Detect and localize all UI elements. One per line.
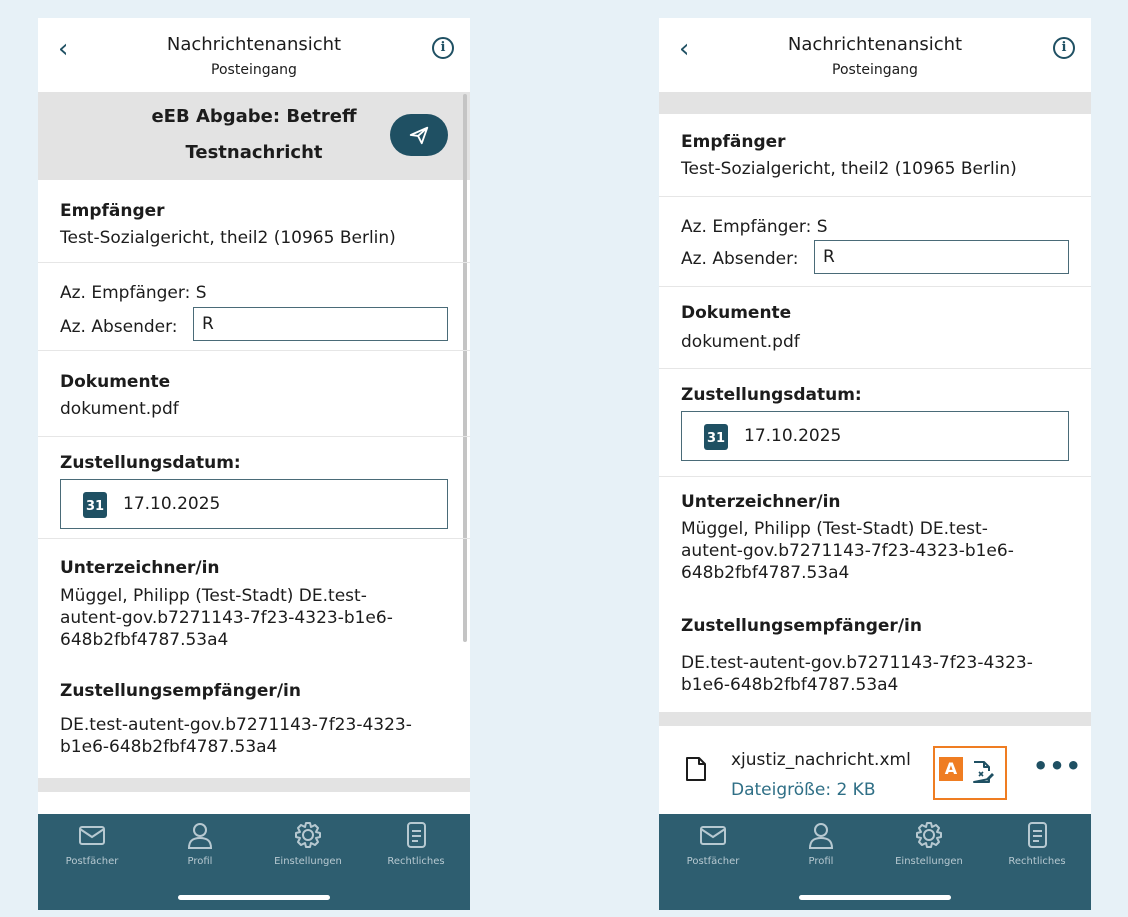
empfaenger-value: Test-Sozialgericht, theil2 (10965 Berlin… [60,228,396,248]
aktenzeichen-section: Az. Empfänger: S Az. Absender: R [38,263,470,351]
calendar-icon: 31 [83,492,107,518]
date-value: 17.10.2025 [744,426,842,446]
zustellungsempfaenger-line-2: b1e6-648b2fbf4787.53a4 [681,675,899,695]
person-icon [187,823,213,849]
attachment-name: xjustiz_nachricht.xml [731,750,911,770]
header: ‹ Nachrichtenansicht Posteingang i [38,18,470,92]
tab-einstellungen-label: Einstellungen [274,856,342,867]
az-empfaenger: Az. Empfänger: S [681,217,828,237]
zustellungsempfaenger-label: Zustellungsempfänger/in [60,681,301,701]
phone-screen-left: ‹ Nachrichtenansicht Posteingang i eEB A… [38,18,470,910]
unterzeichner-line-1: Müggel, Philipp (Test-Stadt) DE.test- [681,519,988,539]
tab-bar: Postfächer Profil Einstellungen Rechtlic… [659,814,1091,910]
page-subtitle: Posteingang [211,62,297,78]
dokumente-section: Dokumente dokument.pdf [38,351,470,437]
unterzeichner-label: Unterzeichner/in [60,558,220,578]
aktenzeichen-section: Az. Empfänger: S Az. Absender: R [659,197,1091,287]
mail-icon [700,826,726,845]
tab-einstellungen[interactable]: Einstellungen [254,820,362,867]
unterzeichner-label: Unterzeichner/in [681,492,841,512]
attachment-size: Dateigröße: 2 KB [731,780,876,800]
zustellungsempfaenger-line-2: b1e6-648b2fbf4787.53a4 [60,737,278,757]
zustellungsdatum-section: Zustellungsdatum: 31 17.10.2025 [659,369,1091,477]
zustellungsempfaenger-line-1: DE.test-autent-gov.b7271143-7f23-4323- [681,653,1033,673]
gear-icon [916,822,942,848]
send-button[interactable] [390,114,448,156]
unterzeichner-line-2: autent-gov.b7271143-7f23-4323-b1e6- [60,608,393,628]
tab-rechtliches-label: Rechtliches [387,856,445,867]
dokumente-label: Dokumente [60,372,171,392]
gear-icon [295,822,321,848]
date-value: 17.10.2025 [123,494,221,514]
unterzeichner-line-3: 648b2fbf4787.53a4 [681,563,850,583]
date-field[interactable]: 31 17.10.2025 [681,411,1069,461]
more-options-icon[interactable]: ••• [1033,752,1082,780]
document-icon [407,822,426,848]
person-icon [808,823,834,849]
page-title: Nachrichtenansicht [166,34,342,55]
empfaenger-section: Empfänger Test-Sozialgericht, theil2 (10… [659,114,1091,197]
tab-postfaecher[interactable]: Postfächer [659,820,767,867]
dokumente-label: Dokumente [681,303,792,323]
annotation-badge: A [939,757,963,781]
page-title: Nachrichtenansicht [787,34,963,55]
tab-rechtliches[interactable]: Rechtliches [362,820,470,867]
empfaenger-label: Empfänger [60,201,165,221]
empfaenger-value: Test-Sozialgericht, theil2 (10965 Berlin… [681,159,1017,179]
attachment-row[interactable]: xjustiz_nachricht.xml Dateigröße: 2 KB A… [659,726,1091,814]
paper-plane-icon [409,126,429,145]
tab-postfaecher-label: Postfächer [686,856,740,867]
unterzeichner-line-3: 648b2fbf4787.53a4 [60,630,229,650]
page-subtitle: Posteingang [832,62,918,78]
file-icon [686,757,706,781]
tab-bar: Postfächer Profil Einstellungen Rechtlic… [38,814,470,910]
tab-profil-label: Profil [808,856,834,867]
unterzeichner-line-1: Müggel, Philipp (Test-Stadt) DE.test- [60,586,367,606]
tab-postfaecher-label: Postfächer [65,856,119,867]
document-link[interactable]: dokument.pdf [60,398,448,420]
home-indicator[interactable] [178,895,330,900]
tab-einstellungen-label: Einstellungen [895,856,963,867]
az-absender-input[interactable]: R [814,240,1069,274]
az-empfaenger: Az. Empfänger: S [60,283,207,303]
section-divider [659,712,1091,726]
empfaenger-section: Empfänger Test-Sozialgericht, theil2 (10… [38,180,470,263]
info-icon[interactable]: i [1053,37,1075,59]
tab-postfaecher[interactable]: Postfächer [38,820,146,867]
tab-einstellungen[interactable]: Einstellungen [875,820,983,867]
zustellungsempfaenger-line-1: DE.test-autent-gov.b7271143-7f23-4323- [60,715,412,735]
section-divider [38,778,470,792]
header: ‹ Nachrichtenansicht Posteingang i [659,18,1091,92]
zustellungsdatum-section: Zustellungsdatum: 31 17.10.2025 [38,437,470,539]
tab-profil[interactable]: Profil [146,820,254,867]
zustellungsdatum-label: Zustellungsdatum: [681,385,862,405]
tab-profil[interactable]: Profil [767,820,875,867]
info-icon[interactable]: i [432,37,454,59]
az-absender-input[interactable]: R [193,307,448,341]
calendar-icon: 31 [704,424,728,450]
zustellungsdatum-label: Zustellungsdatum: [60,453,241,473]
zustellungsempfaenger-label: Zustellungsempfänger/in [681,616,922,636]
subject-banner: eEB Abgabe: Betreff Testnachricht [38,92,470,180]
tab-profil-label: Profil [187,856,213,867]
annotation-highlight: A [933,746,1007,800]
document-link[interactable]: dokument.pdf [681,331,1069,353]
dokumente-section: Dokumente dokument.pdf [659,287,1091,369]
signature-document-icon[interactable] [971,759,995,785]
document-icon [1028,822,1047,848]
home-indicator[interactable] [799,895,951,900]
tab-rechtliches[interactable]: Rechtliches [983,820,1091,867]
phone-screen-right: ‹ Nachrichtenansicht Posteingang i Empfä… [659,18,1091,910]
unterzeichner-line-2: autent-gov.b7271143-7f23-4323-b1e6- [681,541,1014,561]
empfaenger-label: Empfänger [681,132,786,152]
date-field[interactable]: 31 17.10.2025 [60,479,448,529]
tab-rechtliches-label: Rechtliches [1008,856,1066,867]
mail-icon [79,826,105,845]
